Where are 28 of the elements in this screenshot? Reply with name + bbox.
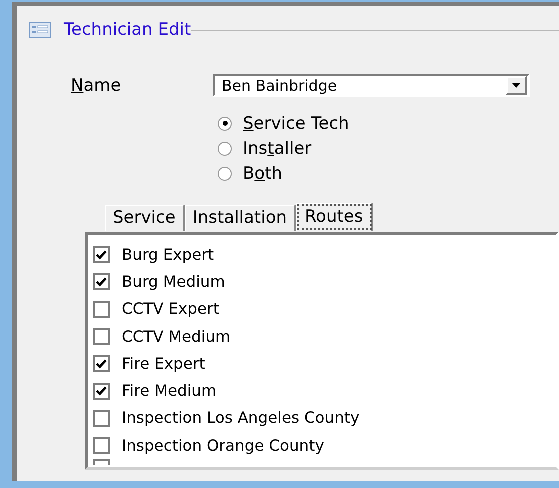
caret-icon: [512, 83, 521, 88]
name-label: Name: [71, 76, 122, 96]
checkbox[interactable]: [93, 246, 110, 264]
radio-button[interactable]: [218, 166, 232, 180]
checkbox[interactable]: [93, 328, 110, 346]
route-label[interactable]: Burg Expert: [122, 246, 214, 264]
checkbox[interactable]: [93, 300, 110, 318]
radio-button[interactable]: [218, 142, 232, 156]
route-label[interactable]: Inspection Orange County: [122, 436, 324, 455]
route-label[interactable]: Fire Expert: [122, 354, 206, 373]
checkbox[interactable]: [93, 437, 110, 454]
route-label[interactable]: Inspection Los Angeles County: [122, 409, 360, 428]
checkbox[interactable]: [93, 355, 110, 372]
route-label[interactable]: CCTV Medium: [122, 328, 231, 346]
route-label[interactable]: CCTV Expert: [122, 300, 220, 318]
route-label[interactable]: Burg Medium: [122, 272, 226, 291]
name-dropdown[interactable]: Ben Bainbridge: [213, 74, 530, 97]
radio-label[interactable]: Both: [243, 164, 283, 184]
form-icon: [29, 22, 51, 38]
radio-label[interactable]: Installer: [243, 138, 312, 158]
dropdown-button[interactable]: [506, 76, 527, 95]
radio-button[interactable]: [218, 116, 232, 130]
checkbox[interactable]: [93, 273, 110, 290]
route-label[interactable]: Fire Medium: [122, 382, 217, 400]
checkbox[interactable]: [93, 382, 110, 400]
group-title: Technician Edit: [64, 20, 192, 40]
radio-label[interactable]: Service Tech: [243, 114, 350, 134]
checkbox[interactable]: [93, 410, 110, 427]
